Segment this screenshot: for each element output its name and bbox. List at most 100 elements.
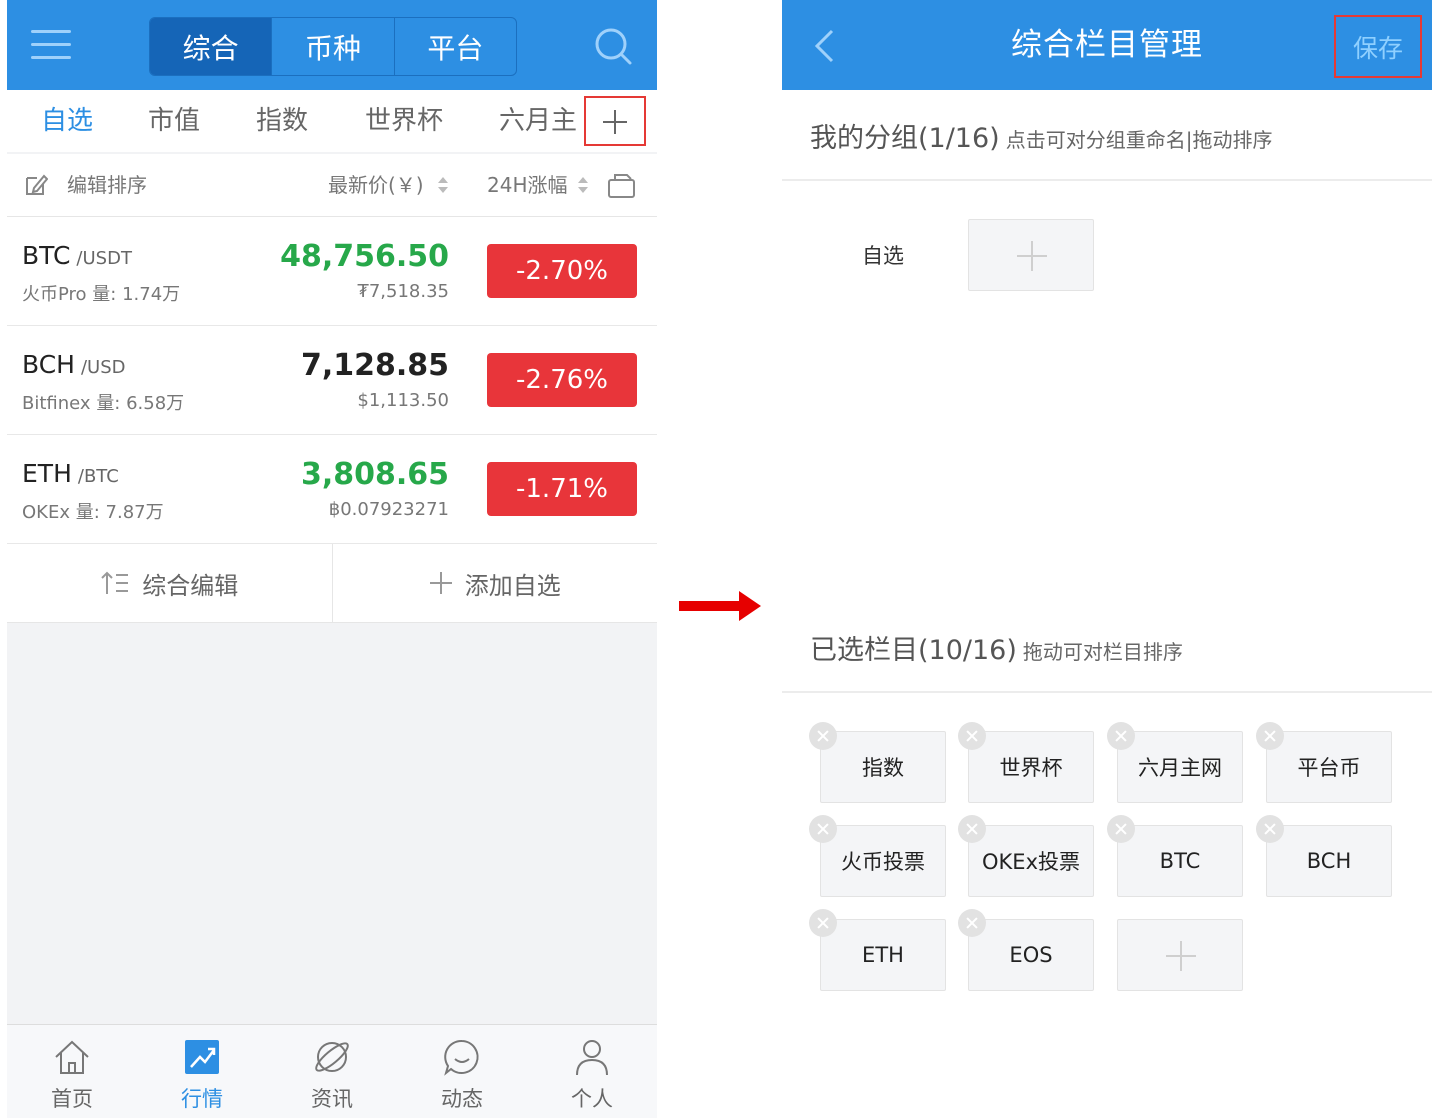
groups-title: 我的分组(1/16) xyxy=(810,123,1000,154)
top-bar: 综合栏目管理 保存 xyxy=(782,0,1432,90)
planet-icon xyxy=(315,1042,349,1072)
remove-icon[interactable] xyxy=(1107,722,1135,750)
table-row[interactable]: BCH/USD Bitfinex 量: 6.58万 7,128.85 $1,11… xyxy=(7,326,657,435)
add-group-button[interactable] xyxy=(968,219,1094,291)
add-tab-button[interactable] xyxy=(584,96,646,146)
change-badge[interactable]: -1.71% xyxy=(487,462,637,516)
switch-icon[interactable] xyxy=(607,171,637,199)
market-screen: 综合 币种 平台 自选 市值 指数 世界杯 六月主 编辑排序 最新价(￥) 24… xyxy=(7,0,657,1118)
table-row[interactable]: ETH/BTC OKEx 量: 7.87万 3,808.65 ฿0.079232… xyxy=(7,435,657,544)
tab-profile[interactable]: 个人 xyxy=(527,1025,657,1118)
tab-news-label: 资讯 xyxy=(311,1087,353,1111)
group-item[interactable]: 自选 xyxy=(862,240,904,270)
tab-news[interactable]: 资讯 xyxy=(267,1025,397,1118)
remove-icon[interactable] xyxy=(809,815,837,843)
tab-world-cup[interactable]: 世界杯 xyxy=(365,90,443,152)
remove-icon[interactable] xyxy=(809,909,837,937)
chart-icon xyxy=(185,1040,219,1074)
remove-icon[interactable] xyxy=(1107,815,1135,843)
change-badge[interactable]: -2.76% xyxy=(487,353,637,407)
divider xyxy=(782,691,1432,693)
column-tile[interactable]: 六月主网 xyxy=(1117,731,1243,803)
list-header: 编辑排序 最新价(￥) 24H涨幅 xyxy=(7,154,657,217)
volume: 量: 6.58万 xyxy=(96,393,185,414)
column-tile[interactable]: BCH xyxy=(1266,825,1392,897)
segment-coins[interactable]: 币种 xyxy=(271,18,393,75)
table-row[interactable]: BTC/USDT 火币Pro 量: 1.74万 48,756.50 ₮7,518… xyxy=(7,217,657,326)
bottom-tab-bar: 首页 行情 资讯 动态 个人 xyxy=(7,1024,657,1118)
remove-icon[interactable] xyxy=(1256,815,1284,843)
coin-symbol: BCH xyxy=(22,350,75,379)
tab-home[interactable]: 首页 xyxy=(7,1025,137,1118)
flow-arrow-icon xyxy=(679,591,761,621)
tab-market-cap[interactable]: 市值 xyxy=(148,90,200,152)
list-actions: 综合编辑 添加自选 xyxy=(7,544,657,623)
alt-price: ฿0.07923271 xyxy=(328,499,449,520)
column-tile[interactable]: 世界杯 xyxy=(968,731,1094,803)
selected-hint: 拖动可对栏目排序 xyxy=(1022,640,1183,664)
tab-profile-label: 个人 xyxy=(571,1087,613,1111)
search-icon[interactable] xyxy=(593,26,633,66)
alt-price: ₮7,518.35 xyxy=(357,281,449,302)
column-tile[interactable]: 指数 xyxy=(820,731,946,803)
tab-market[interactable]: 行情 xyxy=(137,1025,267,1118)
plus-icon xyxy=(429,572,452,594)
column-tile[interactable]: 平台币 xyxy=(1266,731,1392,803)
segmented-control: 综合 币种 平台 xyxy=(149,17,517,76)
sort-icon[interactable] xyxy=(577,176,589,194)
remove-icon[interactable] xyxy=(809,722,837,750)
column-tile[interactable]: EOS xyxy=(968,919,1094,991)
coin-pair: /USDT xyxy=(76,248,132,269)
save-button[interactable]: 保存 xyxy=(1334,15,1422,78)
volume: 量: 1.74万 xyxy=(92,284,181,305)
sub-tabs: 自选 市值 指数 世界杯 六月主 xyxy=(7,90,657,152)
coin-pair: /USD xyxy=(80,357,126,378)
edit-overview-button[interactable]: 综合编辑 xyxy=(7,544,333,622)
add-watchlist-label: 添加自选 xyxy=(464,571,561,600)
selected-section-title: 已选栏目(10/16) 拖动可对栏目排序 xyxy=(810,628,1183,667)
last-price: 7,128.85 xyxy=(300,348,449,383)
alt-price: $1,113.50 xyxy=(357,390,449,411)
divider xyxy=(782,179,1432,181)
tab-market-label: 行情 xyxy=(181,1087,223,1111)
change-column-header[interactable]: 24H涨幅 xyxy=(487,154,568,216)
exchange-name: 火币Pro xyxy=(22,284,87,305)
menu-icon[interactable] xyxy=(31,26,71,64)
home-icon xyxy=(55,1040,89,1074)
edit-overview-label: 综合编辑 xyxy=(142,571,239,600)
tab-watchlist[interactable]: 自选 xyxy=(41,90,93,152)
top-bar: 综合 币种 平台 xyxy=(7,0,657,90)
edit-sort-label[interactable]: 编辑排序 xyxy=(67,154,147,216)
column-tile[interactable]: BTC xyxy=(1117,825,1243,897)
exchange-name: OKEx xyxy=(22,502,70,523)
selected-title: 已选栏目(10/16) xyxy=(810,635,1017,666)
user-icon xyxy=(576,1040,608,1076)
groups-section-title: 我的分组(1/16) 点击可对分组重命名|拖动排序 xyxy=(810,116,1272,155)
column-manager-screen: 综合栏目管理 保存 我的分组(1/16) 点击可对分组重命名|拖动排序 自选 已选… xyxy=(782,0,1432,1118)
tab-feed-label: 动态 xyxy=(441,1087,483,1111)
volume: 量: 7.87万 xyxy=(75,502,164,523)
last-price: 3,808.65 xyxy=(300,457,449,492)
sort-icon[interactable] xyxy=(437,176,449,194)
remove-icon[interactable] xyxy=(1256,722,1284,750)
chat-icon xyxy=(444,1039,479,1076)
segment-overview[interactable]: 综合 xyxy=(150,18,272,75)
remove-icon[interactable] xyxy=(958,815,986,843)
change-badge[interactable]: -2.70% xyxy=(487,244,637,298)
tab-june-mainnet[interactable]: 六月主 xyxy=(499,90,577,152)
column-tile[interactable]: ETH xyxy=(820,919,946,991)
remove-icon[interactable] xyxy=(958,722,986,750)
tab-index[interactable]: 指数 xyxy=(256,90,308,152)
add-column-button[interactable] xyxy=(1117,919,1243,991)
exchange-name: Bitfinex xyxy=(22,393,91,414)
tab-home-label: 首页 xyxy=(51,1087,93,1111)
column-tile[interactable]: 火币投票 xyxy=(820,825,946,897)
edit-icon[interactable] xyxy=(24,173,48,197)
segment-platforms[interactable]: 平台 xyxy=(393,18,516,75)
price-column-header[interactable]: 最新价(￥) xyxy=(328,154,424,216)
back-icon[interactable] xyxy=(812,28,836,64)
add-watchlist-button[interactable]: 添加自选 xyxy=(333,544,658,622)
remove-icon[interactable] xyxy=(958,909,986,937)
column-tile[interactable]: OKEx投票 xyxy=(968,825,1094,897)
tab-feed[interactable]: 动态 xyxy=(397,1025,527,1118)
